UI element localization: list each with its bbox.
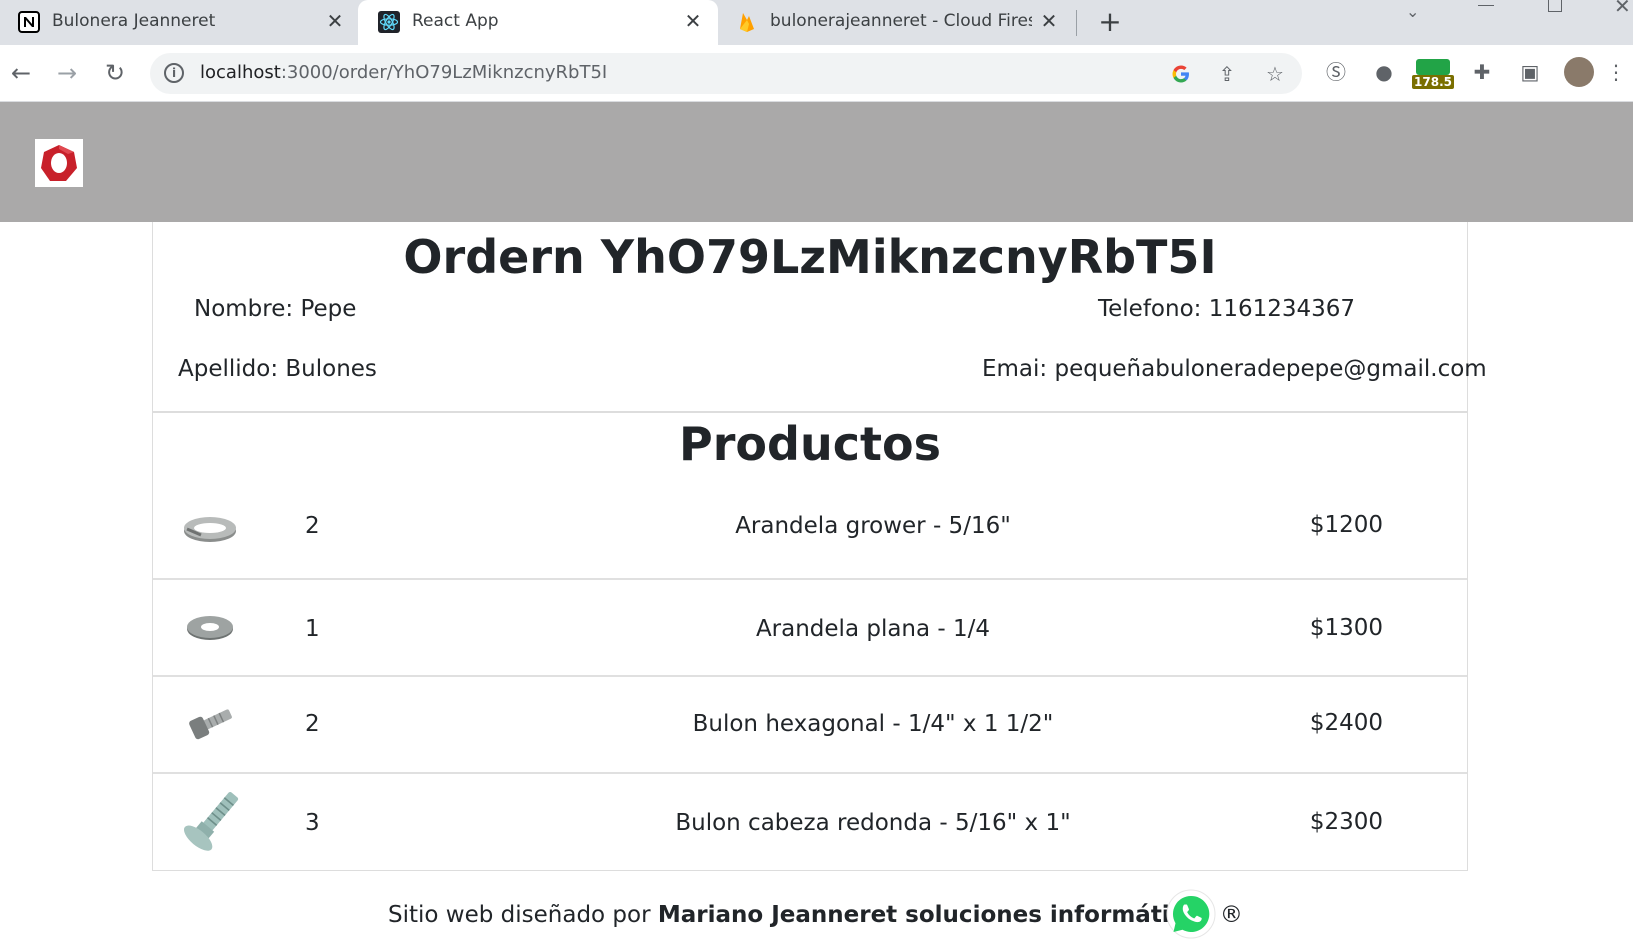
customer-surname: Apellido: Bulones — [178, 356, 377, 382]
share-icon[interactable]: ⇪ — [1214, 61, 1240, 87]
footer-prefix: Sitio web diseñado por — [388, 902, 658, 928]
product-price: $1300 — [1309, 615, 1383, 641]
tab-title: Bulonera Jeanneret — [52, 11, 216, 31]
customer-email: Emai: pequeñabuloneradepepe@gmail.com — [982, 356, 1487, 382]
product-price: $1200 — [1309, 512, 1383, 538]
bulonera-logo[interactable] — [35, 139, 83, 187]
product-quantity: 3 — [305, 810, 320, 836]
tab-separator — [1076, 10, 1077, 36]
url-host: localhost — [200, 62, 281, 83]
tab-bulonera-jeanneret[interactable]: Bulonera Jeanneret ✕ — [0, 0, 358, 45]
extensions-puzzle-icon[interactable]: ✚ — [1466, 55, 1498, 89]
side-panel-icon[interactable]: ▣ — [1514, 55, 1546, 89]
window-close-icon[interactable]: ✕ — [1614, 0, 1631, 18]
notion-icon — [18, 11, 40, 33]
site-info-icon[interactable]: i — [164, 63, 184, 83]
product-quantity: 2 — [305, 711, 320, 737]
footer-registered-mark: ® — [1212, 902, 1243, 928]
extension-badge-count: 178.5 — [1412, 75, 1454, 89]
forward-icon[interactable]: → — [50, 56, 84, 90]
address-bar[interactable]: i localhost:3000/order/YhO79LzMiknzcnyRb… — [150, 53, 1302, 94]
product-name: Bulon cabeza redonda - 5/16" x 1" — [675, 810, 1071, 836]
customer-phone: Telefono: 1161234367 — [1098, 296, 1356, 322]
footer-credit: Sitio web diseñado por Mariano Jeanneret… — [388, 902, 1243, 928]
products-card: Productos 2 Arandela grower - 5/16" $120… — [152, 412, 1468, 871]
react-icon — [378, 11, 400, 33]
skype-icon[interactable]: Ⓢ — [1320, 55, 1352, 89]
order-title: Ordern YhO79LzMiknzcnyRbT5I — [403, 230, 1217, 284]
url-path: :3000/order/YhO79LzMiknzcnyRbT5I — [280, 62, 608, 83]
browser-toolbar: ← → ↻ i localhost:3000/order/YhO79LzMikn… — [0, 45, 1633, 102]
close-tab-icon[interactable]: ✕ — [1036, 8, 1062, 34]
browser-tabstrip: Bulonera Jeanneret ✕ React App ✕ buloner… — [0, 0, 1633, 45]
minimize-icon[interactable] — [1478, 0, 1494, 6]
products-title: Productos — [679, 417, 941, 471]
product-name: Bulon hexagonal - 1/4" x 1 1/2" — [692, 711, 1054, 737]
tab-title: React App — [412, 11, 499, 31]
google-icon[interactable] — [1168, 61, 1194, 87]
browser-menu-icon[interactable]: ⋮ — [1606, 55, 1626, 89]
flat-washer-image — [187, 616, 233, 640]
app-navbar — [0, 102, 1633, 222]
new-tab-button[interactable]: + — [1094, 6, 1126, 38]
extension-badge-icon[interactable]: 178.5 — [1412, 55, 1454, 89]
order-details-card: Ordern YhO79LzMiknzcnyRbT5I Nombre: Pepe… — [152, 222, 1487, 412]
hex-bolt-image — [189, 709, 232, 740]
back-icon[interactable]: ← — [4, 56, 38, 90]
carriage-bolt-image — [183, 791, 239, 851]
extension-spheres-icon[interactable]: ● — [1368, 55, 1400, 89]
product-row: 1 Arandela plana - 1/4 $1300 — [153, 578, 1467, 675]
close-tab-icon[interactable]: ✕ — [322, 8, 348, 34]
bookmark-star-icon[interactable]: ☆ — [1262, 61, 1288, 87]
product-name: Arandela plana - 1/4 — [755, 616, 991, 642]
reload-icon[interactable]: ↻ — [98, 56, 132, 90]
product-price: $2400 — [1309, 710, 1383, 736]
maximize-icon[interactable] — [1548, 0, 1562, 12]
close-tab-icon[interactable]: ✕ — [680, 8, 706, 34]
tab-search-icon[interactable]: ⌄ — [1406, 2, 1419, 22]
footer-author: Mariano Jeanneret soluciones informática… — [657, 902, 1213, 928]
product-quantity: 2 — [305, 513, 320, 539]
tab-react-app[interactable]: React App ✕ — [358, 0, 718, 45]
product-quantity: 1 — [305, 616, 320, 642]
product-row: 2 Bulon hexagonal - 1/4" x 1 1/2" $2400 — [153, 675, 1467, 772]
product-row: 3 Bulon cabeza redonda - 5/16" x 1" $230… — [153, 772, 1467, 869]
site-footer: Sitio web diseñado por Mariano Jeanneret… — [0, 878, 1633, 939]
lock-washer-image — [184, 517, 236, 542]
whatsapp-icon[interactable] — [1166, 889, 1216, 939]
profile-avatar[interactable] — [1562, 55, 1594, 89]
firebase-icon — [740, 13, 754, 32]
tab-title: bulonerajeanneret - Cloud Firestore — [770, 11, 1032, 31]
tab-cloud-firestore[interactable]: bulonerajeanneret - Cloud Firestore ✕ — [718, 0, 1076, 45]
url-text[interactable]: localhost:3000/order/YhO79LzMiknzcnyRbT5… — [200, 62, 607, 83]
product-price: $2300 — [1309, 809, 1383, 835]
customer-name: Nombre: Pepe — [194, 296, 357, 322]
product-name: Arandela grower - 5/16" — [735, 513, 1011, 539]
product-row: 2 Arandela grower - 5/16" $1200 — [153, 483, 1467, 580]
